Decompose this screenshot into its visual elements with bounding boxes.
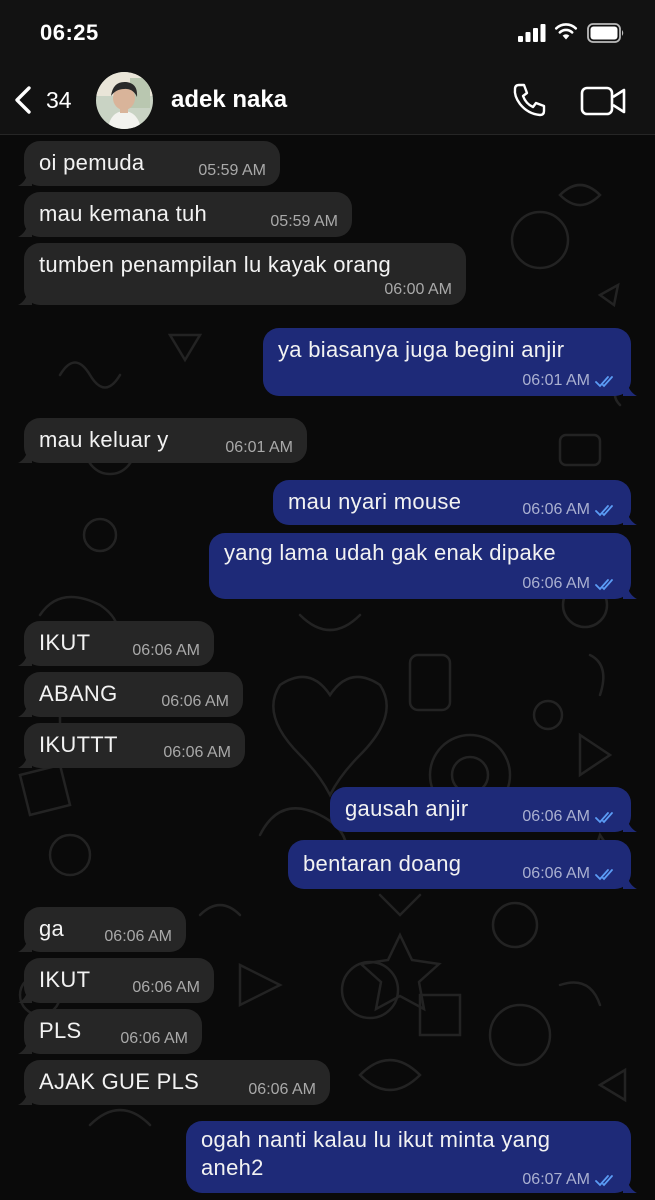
read-receipt-icon [595, 1175, 613, 1187]
read-receipt-icon [595, 505, 613, 517]
message-time: 06:06 AM [161, 693, 229, 710]
battery-icon [587, 23, 624, 43]
message-bubble-incoming[interactable]: mau keluar y 06:01 AM [18, 418, 307, 463]
read-receipt-icon [595, 579, 613, 591]
message-bubble-outgoing[interactable]: gausah anjir 06:06 AM [330, 787, 637, 832]
message-text: oi pemuda [39, 150, 145, 175]
message-list[interactable]: oi pemuda 05:59 AM mau kemana tuh 05:59 … [0, 135, 655, 1200]
message-bubble-incoming[interactable]: AJAK GUE PLS 06:06 AM [18, 1060, 330, 1105]
message-bubble-outgoing[interactable]: bentaran doang 06:06 AM [288, 840, 637, 889]
message-bubble-outgoing[interactable]: ogah nanti kalau lu ikut minta yang aneh… [186, 1121, 637, 1193]
message-bubble-incoming[interactable]: IKUTTT 06:06 AM [18, 723, 245, 768]
message-time: 06:06 AM [132, 979, 200, 996]
message-text: ABANG [39, 681, 118, 706]
phone-icon[interactable] [510, 80, 548, 120]
message-bubble-incoming[interactable]: IKUT 06:06 AM [18, 958, 214, 1003]
message-time: 06:06 AM [104, 928, 172, 945]
contact-name[interactable]: adek naka [171, 86, 287, 114]
message-time: 06:06 AM [120, 1030, 188, 1047]
message-text: ga [39, 916, 65, 941]
message-bubble-outgoing[interactable]: ya biasanya juga begini anjir 06:01 AM [263, 328, 637, 396]
message-time: 05:59 AM [198, 162, 266, 179]
message-bubble-incoming[interactable]: IKUT 06:06 AM [18, 621, 214, 666]
message-time: 06:06 AM [522, 501, 617, 519]
message-time: 06:06 AM [132, 642, 200, 659]
message-time: 06:06 AM [163, 744, 231, 761]
message-time: 06:06 AM [248, 1081, 316, 1098]
message-bubble-outgoing[interactable]: yang lama udah gak enak dipake 06:06 AM [209, 533, 637, 599]
wifi-icon [554, 23, 578, 40]
chat-header: 34 adek naka [0, 66, 655, 135]
read-receipt-icon [595, 812, 613, 824]
message-bubble-incoming[interactable]: ga 06:06 AM [18, 907, 186, 952]
message-bubble-incoming[interactable]: tumben penampilan lu kayak orang 06:00 A… [18, 243, 466, 305]
video-call-icon[interactable] [580, 84, 626, 118]
read-receipt-icon [595, 376, 613, 388]
message-time: 06:06 AM [522, 865, 617, 883]
message-text: tumben penampilan lu kayak orang [39, 252, 392, 277]
message-text: IKUTTT [39, 732, 118, 757]
message-bubble-incoming[interactable]: PLS 06:06 AM [18, 1009, 202, 1054]
message-bubble-outgoing[interactable]: mau nyari mouse 06:06 AM [273, 480, 637, 525]
message-text: gausah anjir [345, 796, 469, 821]
message-text: bentaran doang [303, 851, 462, 876]
message-bubble-incoming[interactable]: mau kemana tuh 05:59 AM [18, 192, 352, 237]
avatar[interactable] [96, 72, 153, 129]
message-time: 05:59 AM [270, 213, 338, 230]
status-bar: 06:25 [0, 0, 655, 66]
message-text: mau kemana tuh [39, 201, 208, 226]
cellular-signal-icon [518, 24, 546, 42]
message-text: PLS [39, 1018, 82, 1043]
message-time: 06:06 AM [522, 575, 617, 593]
message-time: 06:06 AM [522, 808, 617, 826]
message-bubble-incoming[interactable]: ABANG 06:06 AM [18, 672, 243, 717]
message-text: yang lama udah gak enak dipake [224, 540, 556, 565]
read-receipt-icon [595, 869, 613, 881]
message-time: 06:07 AM [522, 1171, 617, 1189]
message-time: 06:00 AM [384, 281, 452, 298]
message-time: 06:01 AM [225, 439, 293, 456]
message-text: IKUT [39, 967, 91, 992]
message-bubble-incoming[interactable]: oi pemuda 05:59 AM [18, 141, 280, 186]
back-button[interactable]: 34 [12, 80, 90, 120]
message-time: 06:01 AM [522, 372, 617, 390]
message-text: mau keluar y [39, 427, 169, 452]
chevron-left-icon [15, 86, 31, 114]
message-text: mau nyari mouse [288, 489, 462, 514]
unread-count: 34 [46, 86, 72, 113]
message-text: IKUT [39, 630, 91, 655]
status-time: 06:25 [40, 20, 99, 45]
message-text: ya biasanya juga begini anjir [278, 337, 565, 362]
message-text: AJAK GUE PLS [39, 1069, 200, 1094]
